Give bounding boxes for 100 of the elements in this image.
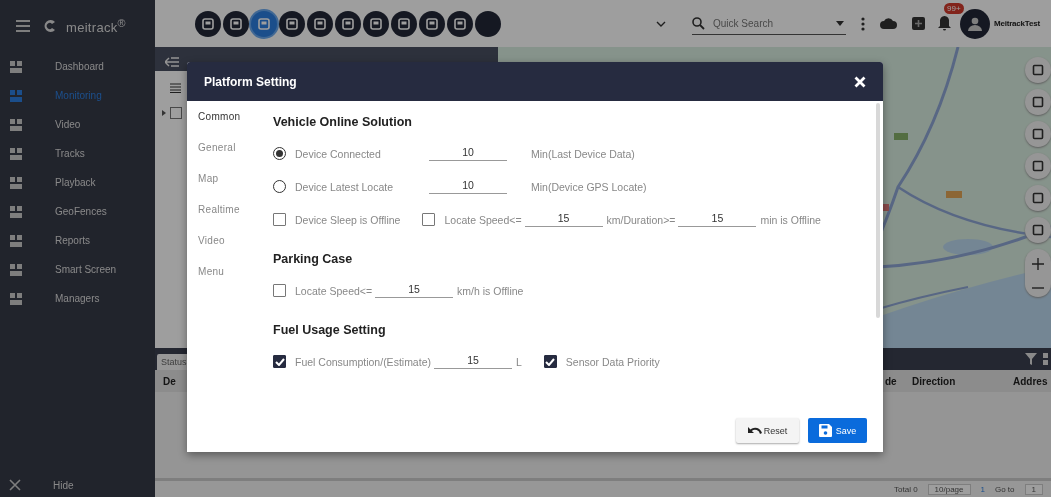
input-field[interactable]: 15	[375, 283, 454, 298]
section-title: Vehicle Online Solution	[273, 115, 413, 129]
nav-tab[interactable]: Video	[198, 235, 261, 246]
plus-square-icon[interactable]	[912, 17, 925, 30]
unit-label: min is Offline	[760, 213, 821, 226]
search-field[interactable]: Quick Search	[711, 16, 830, 30]
goto-field[interactable]: 1	[1024, 483, 1043, 495]
module-icon	[9, 117, 23, 132]
module-button[interactable]	[335, 10, 361, 37]
module-icon	[9, 204, 23, 219]
module-icon	[9, 146, 23, 161]
column-header: Addres	[1013, 376, 1048, 387]
user-name[interactable]: MeitrackTest	[994, 19, 1040, 28]
sidebar-item[interactable]: GeoFences	[0, 197, 155, 226]
square-icon	[258, 17, 270, 30]
module-button[interactable]	[195, 10, 221, 37]
checkbox[interactable]	[543, 355, 557, 368]
module-icon	[9, 233, 23, 248]
option-label: Sensor Data Priority	[565, 355, 660, 368]
module-button[interactable]	[279, 10, 305, 37]
grid-icon[interactable]	[1043, 352, 1051, 366]
total-count: Total 0	[894, 484, 918, 494]
nav-tab[interactable]: Common	[198, 111, 261, 122]
module-button[interactable]	[419, 10, 445, 37]
input-field[interactable]: 10	[429, 146, 507, 161]
unit-label: km/Duration>=	[606, 213, 676, 226]
input-field[interactable]: 15	[524, 212, 603, 227]
goto-label: Go to	[994, 484, 1015, 494]
caret-icon	[836, 20, 844, 26]
input-field[interactable]: 10	[429, 179, 507, 194]
filter-icon[interactable]	[1025, 352, 1039, 366]
square-icon	[454, 17, 466, 30]
notification-badge: 99+	[944, 3, 964, 14]
more-icon[interactable]	[861, 16, 865, 31]
bell-icon[interactable]	[938, 16, 951, 31]
tool-icon	[1032, 160, 1044, 172]
chevron-icon[interactable]	[656, 20, 666, 27]
option-label: Locate Speed<=	[444, 213, 522, 226]
nav-tab[interactable]: Menu	[198, 266, 261, 277]
unit-label: Min(Last Device Data)	[531, 147, 635, 160]
module-icon	[9, 262, 23, 277]
module-button[interactable]	[223, 10, 249, 37]
module-button[interactable]	[251, 10, 277, 37]
module-button[interactable]	[447, 10, 473, 37]
zoom-in-icon[interactable]	[1032, 257, 1044, 270]
checkbox[interactable]	[273, 284, 286, 297]
module-button[interactable]	[475, 10, 501, 37]
sidebar-item[interactable]: Video	[0, 110, 155, 139]
option-label: Device Sleep is Offline	[295, 213, 401, 226]
page-number[interactable]: 1	[980, 484, 985, 494]
zoom-out-icon[interactable]	[1032, 286, 1044, 289]
scrollbar[interactable]	[876, 103, 880, 318]
sidebar-item[interactable]: Dashboard	[0, 52, 155, 81]
module-button[interactable]	[307, 10, 333, 37]
nav-tab[interactable]: Map	[198, 173, 261, 184]
input-field[interactable]: 15	[678, 212, 757, 227]
checkbox[interactable]	[170, 107, 182, 119]
sidebar-item[interactable]: Smart Screen	[0, 255, 155, 284]
column-header: De	[163, 376, 176, 387]
nav-tab[interactable]: Realtime	[198, 204, 261, 215]
unit-label: km/h is Offline	[457, 284, 524, 297]
page-size-select[interactable]: 10/page	[927, 483, 971, 495]
sidebar-item[interactable]: Managers	[0, 284, 155, 313]
reset-button[interactable]: Reset	[736, 418, 799, 443]
checkbox[interactable]	[422, 213, 436, 226]
cloud-icon[interactable]	[880, 18, 897, 29]
close-icon	[9, 479, 21, 491]
sidebar-item[interactable]: Reports	[0, 226, 155, 255]
close-icon[interactable]	[854, 75, 866, 88]
collapse-icon[interactable]	[165, 57, 179, 67]
square-icon	[202, 17, 214, 30]
save-button[interactable]: Save	[808, 418, 867, 443]
unit-label: L	[515, 355, 522, 368]
input-field[interactable]: 15	[433, 354, 512, 369]
square-icon	[370, 17, 382, 30]
tool-icon	[1032, 96, 1044, 108]
module-icon	[9, 88, 23, 103]
avatar[interactable]	[960, 8, 990, 39]
square-icon	[398, 17, 410, 30]
hide-button[interactable]: Hide	[0, 473, 155, 497]
checkbox[interactable]	[273, 355, 286, 368]
module-button[interactable]	[363, 10, 389, 37]
option-label: Device Connected	[295, 147, 382, 160]
tool-icon	[1032, 224, 1044, 236]
square-icon	[426, 17, 438, 30]
checkbox[interactable]	[273, 213, 286, 226]
square-icon	[314, 17, 326, 30]
nav-tab[interactable]: General	[198, 142, 261, 153]
logo: meitrack$^{®}$	[66, 16, 126, 36]
sidebar-item[interactable]: Playback	[0, 168, 155, 197]
option-label: Fuel Consumption/(Estimate)	[295, 355, 431, 368]
section-title: Fuel Usage Setting	[273, 323, 387, 337]
tool-icon	[1032, 128, 1044, 140]
module-button[interactable]	[391, 10, 417, 37]
tool-icon	[1032, 192, 1044, 204]
list-icon[interactable]	[170, 83, 181, 93]
expand-icon[interactable]	[162, 110, 166, 116]
sidebar-item[interactable]: Tracks	[0, 139, 155, 168]
option-label: Device Latest Locate	[295, 180, 395, 193]
menu-icon[interactable]	[16, 20, 30, 32]
